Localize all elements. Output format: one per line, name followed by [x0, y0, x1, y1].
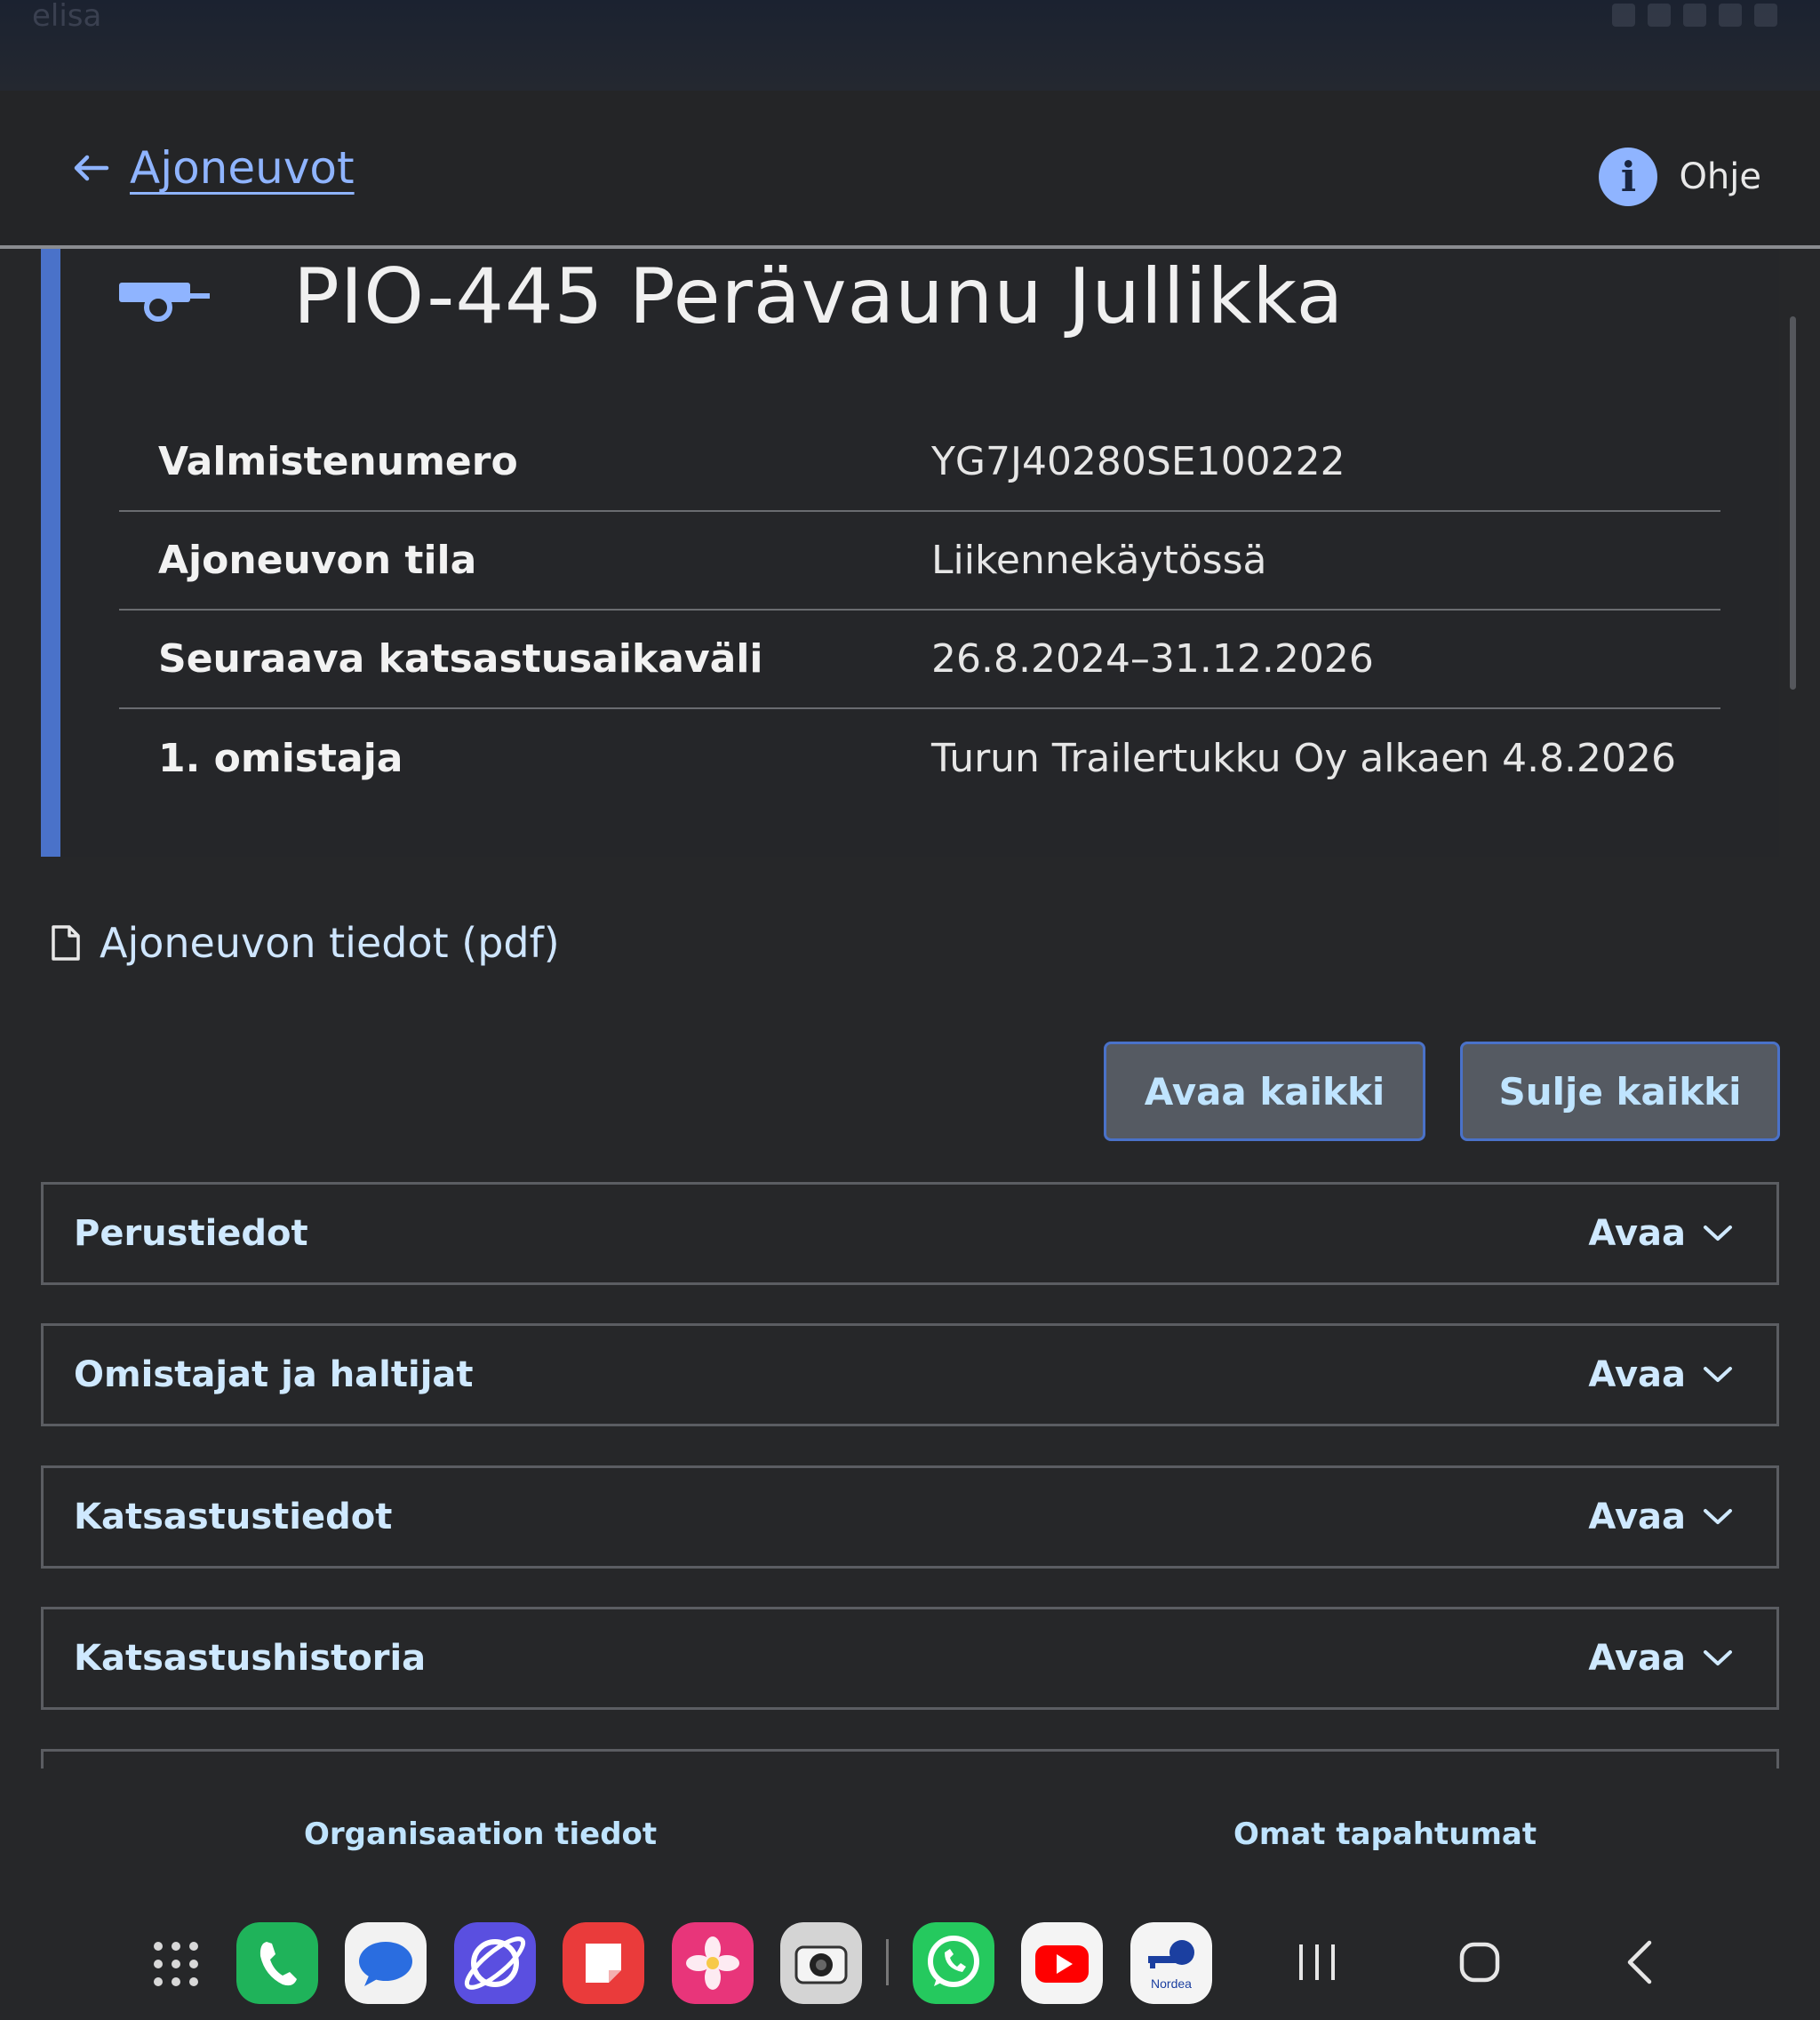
info-value: YG7J40280SE100222 — [892, 412, 1720, 512]
accordion-toggle-label: Avaa — [1588, 1497, 1686, 1537]
info-value: 26.8.2024–31.12.2026 — [892, 610, 1720, 709]
accordion-katsastushistoria[interactable]: Katsastushistoria Avaa — [41, 1607, 1779, 1710]
help-link[interactable]: i Ohje — [1599, 148, 1761, 206]
accordion-toggle-label: Avaa — [1588, 1638, 1686, 1679]
pdf-download-link[interactable]: Ajoneuvon tiedot (pdf) — [50, 919, 560, 967]
trailer-icon — [119, 283, 210, 322]
nordea-label: Nordea — [1151, 1976, 1192, 1991]
home-icon[interactable] — [1457, 1939, 1502, 1985]
vehicle-title: PIO-445 Perävaunu Jullikka — [293, 252, 1345, 341]
chevron-down-icon — [1704, 1226, 1732, 1241]
accordion-omistajat[interactable]: Omistajat ja haltijat Avaa — [41, 1323, 1779, 1426]
back-nav-icon[interactable] — [1623, 1939, 1658, 1985]
scrollbar[interactable] — [1790, 316, 1796, 690]
phone-app-icon[interactable] — [236, 1922, 318, 2004]
accordion-title: Katsastustiedot — [74, 1497, 393, 1537]
help-label: Ohje — [1679, 156, 1761, 197]
info-key: 1. omistaja — [158, 735, 403, 781]
accordion-toggle-label: Avaa — [1588, 1213, 1686, 1254]
nav-organisation-link[interactable]: Organisaation tiedot — [304, 1816, 657, 1852]
wifi-icon — [1683, 4, 1706, 27]
internet-app-icon[interactable] — [454, 1922, 536, 2004]
info-value: Liikennekäytössä — [892, 511, 1720, 611]
back-arrow-icon — [74, 155, 109, 181]
open-all-button[interactable]: Avaa kaikki — [1104, 1042, 1425, 1141]
dock-separator — [886, 1939, 889, 1985]
info-icon: i — [1599, 148, 1658, 206]
accordion-toggle-label: Avaa — [1588, 1354, 1686, 1395]
gallery-app-icon[interactable] — [672, 1922, 754, 2004]
info-key: Seuraava katsastusaikaväli — [119, 610, 892, 709]
signal-icon — [1719, 4, 1742, 27]
camera-app-icon[interactable] — [780, 1922, 862, 2004]
accordion-toggle[interactable]: Avaa — [1588, 1497, 1734, 1537]
accordion-toggle[interactable]: Avaa — [1588, 1638, 1734, 1679]
messages-app-icon[interactable] — [345, 1922, 427, 2004]
info-row: Seuraava katsastusaikaväli 26.8.2024–31.… — [119, 610, 1720, 709]
bottom-nav — [0, 1768, 1820, 1902]
info-row: Valmistenumero YG7J40280SE100222 — [119, 412, 1720, 512]
pdf-link-label: Ajoneuvon tiedot (pdf) — [100, 919, 560, 967]
card-accent-bar — [41, 249, 60, 857]
chevron-down-icon — [1704, 1509, 1732, 1524]
recent-apps-icon[interactable] — [1296, 1939, 1338, 1985]
status-icons — [1612, 0, 1777, 30]
info-key: Ajoneuvon tila — [119, 511, 892, 611]
accordion-toggle[interactable]: Avaa — [1588, 1354, 1734, 1395]
status-bar — [0, 0, 1820, 91]
chevron-down-icon — [1704, 1650, 1732, 1665]
accordion-title: Katsastushistoria — [74, 1638, 427, 1679]
back-link[interactable]: Ajoneuvot — [71, 142, 355, 194]
notes-app-icon[interactable] — [563, 1922, 644, 2004]
info-key: Valmistenumero — [119, 412, 892, 512]
whatsapp-app-icon[interactable] — [913, 1922, 994, 2004]
accordion-title: Omistajat ja haltijat — [74, 1354, 474, 1395]
info-row: 1. omistaja Turun Trailertukku Oy alkaen… — [119, 708, 1720, 807]
accordion-katsastustiedot[interactable]: Katsastustiedot Avaa — [41, 1465, 1779, 1569]
accordion-title: Perustiedot — [74, 1213, 308, 1254]
nav-events-link[interactable]: Omat tapahtumat — [1233, 1816, 1537, 1852]
app-drawer-icon[interactable] — [149, 1937, 203, 1991]
battery-icon — [1754, 4, 1777, 27]
info-value: Turun Trailertukku Oy alkaen 4.8.2026 — [931, 735, 1677, 781]
accordion-toggle[interactable]: Avaa — [1588, 1213, 1734, 1254]
accordion-perustiedot[interactable]: Perustiedot Avaa — [41, 1182, 1779, 1285]
nordea-app-icon[interactable]: Nordea — [1130, 1922, 1212, 2004]
info-row: Ajoneuvon tila Liikennekäytössä — [119, 511, 1720, 611]
nfc-icon — [1648, 4, 1671, 27]
back-link-label: Ajoneuvot — [130, 142, 355, 194]
youtube-app-icon[interactable] — [1021, 1922, 1103, 2004]
carrier-label: elisa — [32, 0, 102, 34]
chevron-down-icon — [1704, 1367, 1732, 1382]
close-all-button[interactable]: Sulje kaikki — [1460, 1042, 1780, 1141]
document-icon — [52, 925, 80, 961]
bluetooth-icon — [1612, 4, 1635, 27]
vehicle-info-table: Valmistenumero YG7J40280SE100222 Ajoneuv… — [119, 412, 1720, 807]
